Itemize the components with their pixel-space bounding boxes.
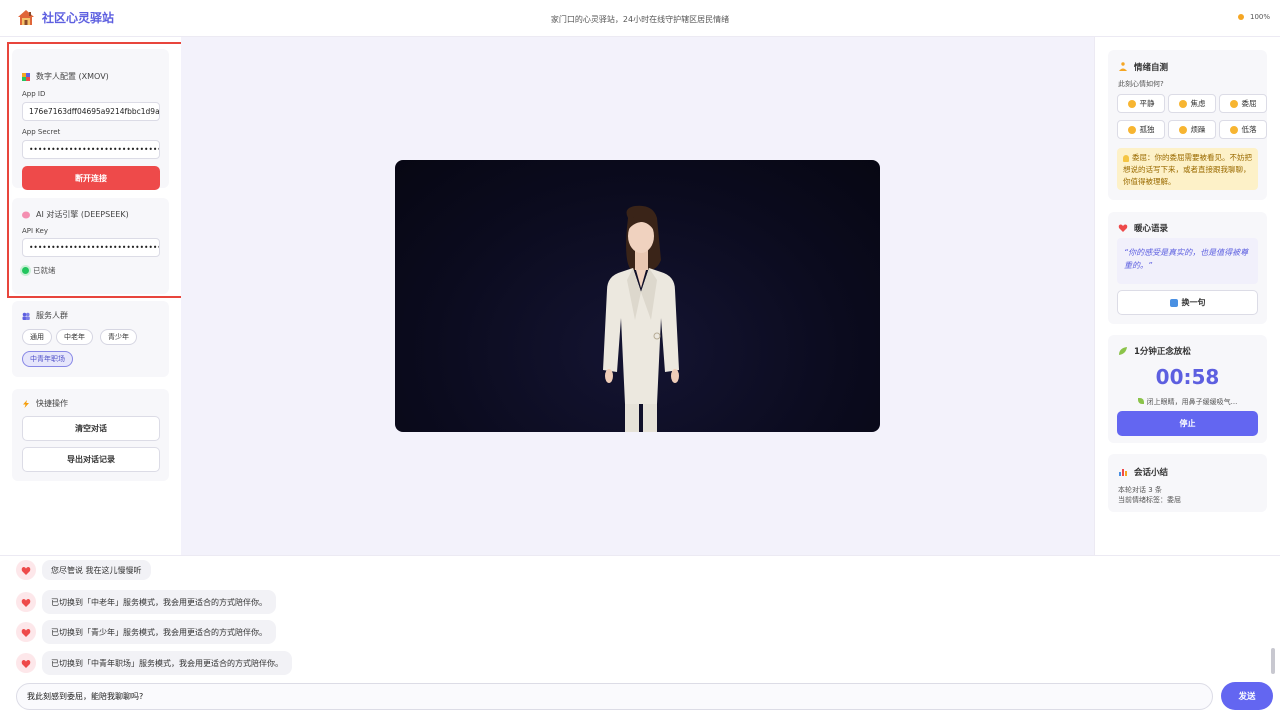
chat-bubble: 已切换到「青少年」服务模式，我会用更适合的方式陪伴你。: [42, 620, 276, 644]
chat-bubble: 已切换到「中青年职场」服务模式，我会用更适合的方式陪伴你。: [42, 651, 292, 675]
clear-chat-button[interactable]: 清空对话: [22, 416, 160, 441]
quick-actions-card: 快捷操作 清空对话 导出对话记录: [12, 389, 169, 481]
chat-message: 您尽管说 我在这儿慢慢听: [16, 560, 151, 580]
top-bar: 社区心灵驿站 家门口的心灵驿站，24小时在线守护辖区居民情绪 100%: [0, 0, 1280, 37]
irritable-face-icon: [1178, 125, 1187, 134]
relax-title: 1分钟正念放松: [1134, 347, 1191, 357]
chat-bubble: 已切换到「中老年」服务模式，我会用更适合的方式陪伴你。: [42, 590, 276, 614]
warm-words-header: 暖心语录: [1118, 222, 1168, 234]
people-icon: [22, 312, 30, 320]
summary-title: 会话小结: [1134, 468, 1169, 478]
mood-irritable-button[interactable]: 烦躁: [1168, 120, 1216, 139]
audience-chip-general[interactable]: 通用: [22, 329, 52, 345]
connection-status: 100%: [1237, 13, 1270, 21]
audience-title: 服务人群: [36, 311, 68, 320]
mood-tip-text: 委屈：你的委屈需要被看见。不妨把想说的话写下来，或者直接跟我聊聊，你值得被理解。: [1123, 153, 1252, 186]
mood-check-card: 情绪自测 此刻心情如何? 平静 焦虑 委屈 孤独 烦躁 低落 委屈：你的委屈需要…: [1108, 50, 1267, 200]
relax-hint-text: 闭上眼睛，用鼻子缓缓吸气...: [1146, 398, 1238, 406]
mood-check-header: 情绪自测: [1118, 61, 1168, 73]
heart-avatar-icon: [16, 622, 36, 642]
down-face-icon: [1229, 125, 1238, 134]
mood-calm-button[interactable]: 平静: [1117, 94, 1165, 113]
stop-relax-button[interactable]: 停止: [1117, 411, 1258, 436]
heart-avatar-icon: [16, 560, 36, 580]
mood-down-label: 低落: [1241, 125, 1257, 134]
lightbulb-icon: [1123, 154, 1129, 162]
warm-quote: “你的感受是真实的，也是值得被尊重的。”: [1117, 238, 1258, 284]
audience-header: 服务人群: [22, 310, 68, 321]
audience-chip-youth[interactable]: 青少年: [100, 329, 137, 345]
mood-anxious-label: 焦虑: [1190, 99, 1206, 108]
chat-message: 已切换到「中老年」服务模式，我会用更适合的方式陪伴你。: [16, 590, 276, 614]
audience-chip-young-professional[interactable]: 中青年职场: [22, 351, 73, 367]
mood-question: 此刻心情如何?: [1118, 80, 1164, 88]
relax-timer: 00:58: [1155, 365, 1220, 389]
mood-tip: 委屈：你的委屈需要被看见。不妨把想说的话写下来，或者直接跟我聊聊，你值得被理解。: [1117, 148, 1258, 190]
lightning-icon: [22, 399, 30, 408]
lonely-face-icon: [1127, 125, 1136, 134]
relax-card: 1分钟正念放松 00:58 闭上眼睛，用鼻子缓缓吸气... 停止: [1108, 335, 1267, 443]
summary-header: 会话小结: [1118, 466, 1168, 478]
summary-count: 本轮对话 3 条: [1118, 486, 1162, 494]
mood-lonely-label: 孤独: [1139, 125, 1155, 134]
chat-message: 已切换到「青少年」服务模式，我会用更适合的方式陪伴你。: [16, 620, 276, 644]
audience-card: 服务人群 通用 中老年 青少年 中青年职场: [12, 301, 169, 377]
leaf-icon: [1118, 346, 1128, 356]
warm-words-card: 暖心语录 “你的感受是真实的，也是值得被尊重的。” 换一句: [1108, 212, 1267, 324]
chat-bubble: 您尽管说 我在这儿慢慢听: [42, 560, 151, 580]
chat-scrollbar[interactable]: [1271, 648, 1275, 674]
status-percent: 100%: [1249, 13, 1270, 21]
calm-face-icon: [1127, 99, 1136, 108]
wronged-face-icon: [1229, 99, 1238, 108]
status-dot-icon: [1237, 14, 1244, 20]
chat-message: 已切换到「中青年职场」服务模式，我会用更适合的方式陪伴你。: [16, 651, 292, 675]
summary-mood-tag: 当前情绪标签：委屈: [1118, 496, 1181, 504]
audience-chip-elderly[interactable]: 中老年: [56, 329, 93, 345]
heart-avatar-icon: [16, 653, 36, 673]
send-button[interactable]: 发送: [1221, 682, 1273, 710]
refresh-quote-button[interactable]: 换一句: [1117, 290, 1258, 315]
meditation-icon: [1118, 62, 1128, 72]
relax-hint: 闭上眼睛，用鼻子缓缓吸气...: [1108, 397, 1267, 407]
mood-anxious-button[interactable]: 焦虑: [1168, 94, 1216, 113]
mood-lonely-button[interactable]: 孤独: [1117, 120, 1165, 139]
heart-avatar-icon: [16, 592, 36, 612]
mood-down-button[interactable]: 低落: [1219, 120, 1267, 139]
relax-header: 1分钟正念放松: [1118, 345, 1191, 357]
refresh-quote-label: 换一句: [1181, 298, 1206, 307]
leaf-small-icon: [1137, 398, 1144, 404]
mood-check-title: 情绪自测: [1134, 63, 1169, 73]
chat-input[interactable]: 我此刻感到委屈，能陪我聊聊吗?: [16, 683, 1213, 710]
digital-human-figure: [603, 205, 679, 432]
avatar-panel: [181, 37, 1094, 555]
quick-actions-title: 快捷操作: [36, 399, 68, 408]
tagline: 家门口的心灵驿站，24小时在线守护辖区居民情绪: [550, 15, 730, 24]
warm-words-title: 暖心语录: [1134, 224, 1169, 234]
anxious-face-icon: [1178, 99, 1187, 108]
mood-calm-label: 平静: [1139, 99, 1155, 108]
mood-irritable-label: 烦躁: [1190, 125, 1206, 134]
bar-chart-icon: [1118, 467, 1128, 477]
quick-actions-header: 快捷操作: [22, 398, 68, 409]
mood-wronged-button[interactable]: 委屈: [1219, 94, 1267, 113]
digital-human-video: [395, 160, 880, 432]
export-chat-button[interactable]: 导出对话记录: [22, 447, 160, 472]
right-sidebar: 情绪自测 此刻心情如何? 平静 焦虑 委屈 孤独 烦躁 低落 委屈：你的委屈需要…: [1094, 37, 1280, 555]
heart-icon: [1118, 223, 1128, 233]
summary-card: 会话小结 本轮对话 3 条 当前情绪标签：委屈: [1108, 454, 1267, 512]
refresh-icon: [1169, 298, 1178, 307]
mood-wronged-label: 委屈: [1241, 99, 1257, 108]
